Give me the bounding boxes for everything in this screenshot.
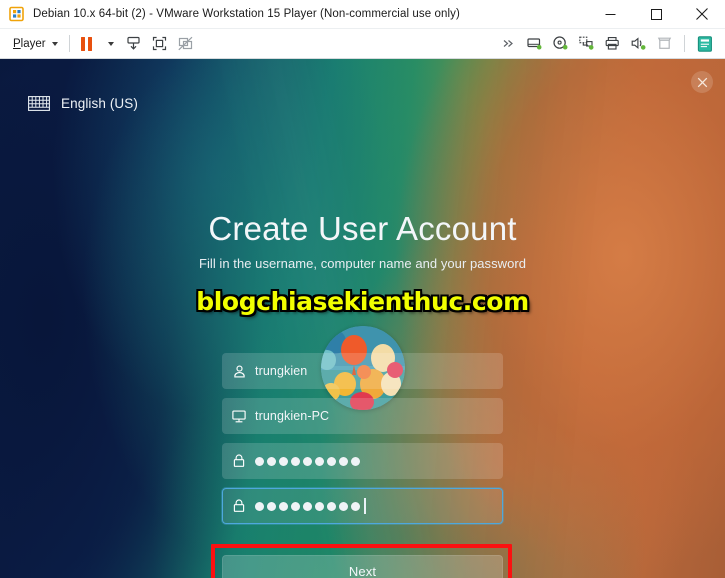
user-account-form: trungkien trungkien-PC bbox=[222, 353, 503, 533]
lock-icon bbox=[223, 454, 255, 468]
expand-toolbar-icon[interactable] bbox=[495, 32, 521, 56]
printer-icon[interactable] bbox=[599, 32, 625, 56]
player-menu-button[interactable]: Player bbox=[9, 33, 62, 55]
network-adapter-icon[interactable] bbox=[573, 32, 599, 56]
chevron-down-icon bbox=[51, 41, 58, 46]
person-icon bbox=[223, 365, 255, 378]
monitor-icon bbox=[223, 410, 255, 423]
window-title: Debian 10.x 64-bit (2) - VMware Workstat… bbox=[33, 8, 460, 20]
window-controls bbox=[587, 0, 725, 29]
window-titlebar: Debian 10.x 64-bit (2) - VMware Workstat… bbox=[0, 0, 725, 29]
player-menu-label: Player bbox=[13, 37, 46, 50]
watermark-text: blogchiasekienthuc.com bbox=[196, 287, 529, 316]
text-cursor bbox=[364, 498, 366, 514]
computername-value: trungkien-PC bbox=[255, 409, 330, 423]
hard-disk-icon[interactable] bbox=[521, 32, 547, 56]
usb-controller-icon[interactable] bbox=[651, 32, 677, 56]
cd-dvd-icon[interactable] bbox=[547, 32, 573, 56]
vmware-toolbar: Player bbox=[0, 29, 725, 59]
pause-dropdown-button[interactable] bbox=[95, 32, 121, 56]
send-ctrl-alt-del-icon[interactable] bbox=[121, 32, 147, 56]
messages-icon[interactable] bbox=[692, 32, 718, 56]
username-input[interactable]: trungkien bbox=[222, 353, 503, 389]
keyboard-layout-label: English (US) bbox=[61, 96, 138, 111]
close-circle-icon[interactable] bbox=[691, 71, 713, 93]
keyboard-icon bbox=[28, 96, 50, 111]
toolbar-right-group bbox=[495, 32, 725, 56]
page-title-clip: Create User Account bbox=[0, 214, 725, 245]
sound-card-icon[interactable] bbox=[625, 32, 651, 56]
lock-icon bbox=[223, 499, 255, 513]
maximize-button[interactable] bbox=[633, 0, 679, 29]
keyboard-layout-indicator[interactable]: English (US) bbox=[28, 96, 138, 111]
password-masked-value bbox=[255, 456, 360, 466]
guest-screen: English (US) Create User Account Fill in… bbox=[0, 59, 725, 578]
close-button[interactable] bbox=[679, 0, 725, 29]
next-button[interactable]: Next bbox=[222, 555, 503, 578]
next-button-wrapper: Next bbox=[222, 555, 503, 578]
page-subtitle: Fill in the username, computer name and … bbox=[198, 256, 527, 271]
vmware-player-window: Debian 10.x 64-bit (2) - VMware Workstat… bbox=[0, 0, 725, 578]
password-input[interactable] bbox=[222, 443, 503, 479]
page-title: Create User Account bbox=[208, 214, 517, 245]
computername-input[interactable]: trungkien-PC bbox=[222, 398, 503, 434]
confirm-password-input[interactable] bbox=[222, 488, 503, 524]
toolbar-separator bbox=[684, 35, 685, 52]
pause-button[interactable] bbox=[80, 36, 95, 51]
unity-mode-icon[interactable] bbox=[173, 32, 199, 56]
fullscreen-icon[interactable] bbox=[147, 32, 173, 56]
minimize-button[interactable] bbox=[587, 0, 633, 29]
chevron-down-icon bbox=[107, 41, 114, 46]
confirm-password-masked-value bbox=[255, 501, 360, 511]
username-value: trungkien bbox=[255, 364, 308, 378]
toolbar-separator bbox=[68, 35, 70, 52]
vmware-icon bbox=[9, 6, 25, 22]
